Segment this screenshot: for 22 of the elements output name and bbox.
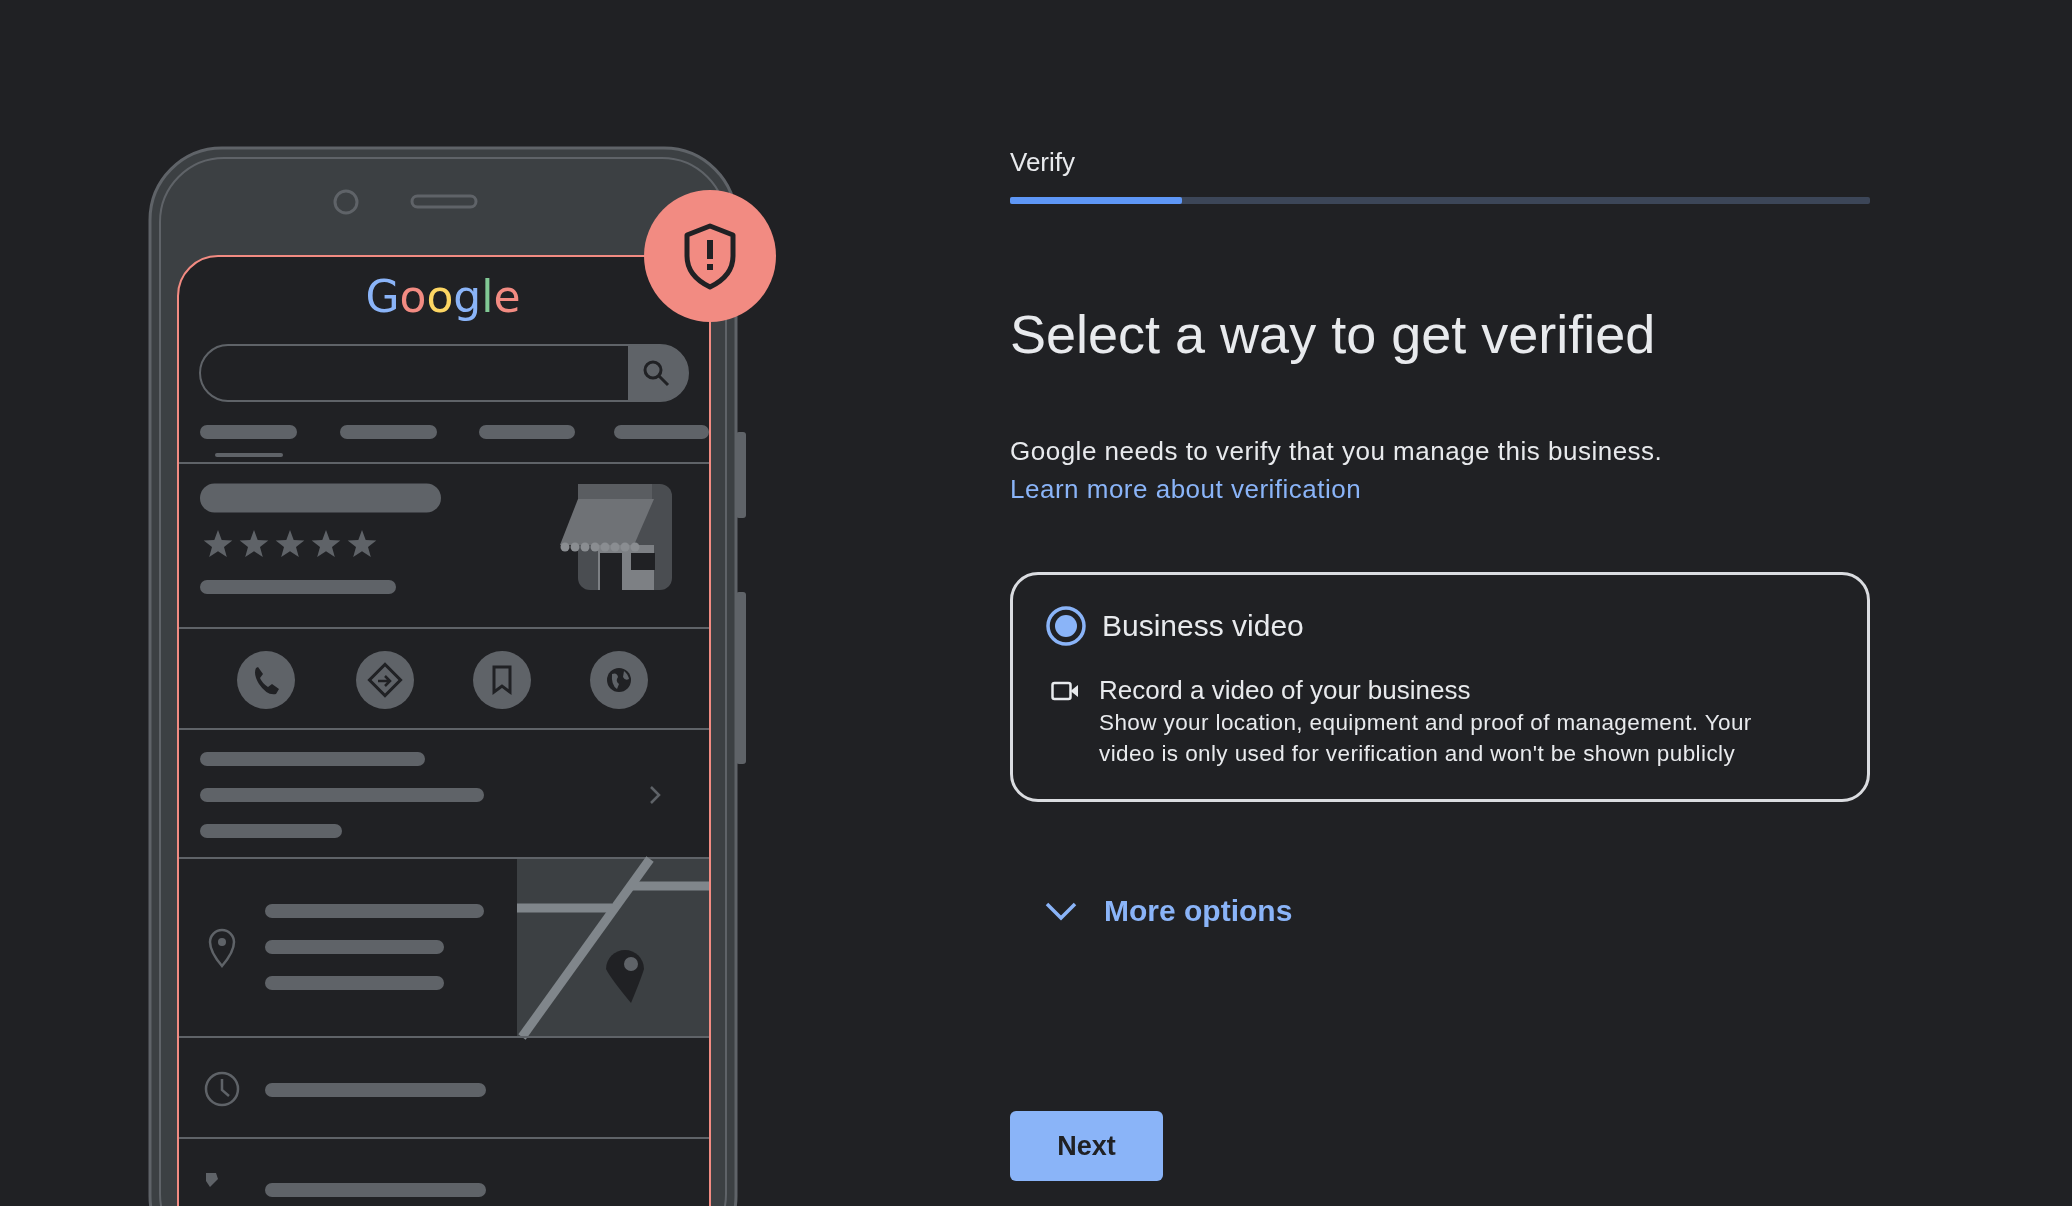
directions-icon [356,651,414,709]
step-label: Verify [1010,146,1076,178]
location-pin-icon [208,928,236,968]
shield-exclamation-icon [684,223,736,290]
radio-button[interactable] [1045,605,1087,647]
video-camera-icon [1051,681,1079,701]
next-button[interactable]: Next [1010,1111,1163,1181]
chevron-down-icon [1044,900,1078,921]
option-title: Business video [1102,608,1304,644]
option-description: Show your location, equipment and proof of management. Your video is only used for verification and won't be shown publicly [1099,709,1753,768]
more-options-button[interactable]: More options [1010,888,1293,933]
option-card[interactable]: Business video Record a video of your business Show your location, equipment and proof of management. Your video is only used for verification and won't be shown publicly [1010,572,1870,802]
intro-text: Google needs to verify that you manage this business. [1010,435,1663,468]
option-method: Record a video of your business [1099,674,1471,707]
clock-icon [204,1071,240,1107]
globe-icon [590,651,648,709]
phone-icon [237,651,295,709]
bookmark-icon [473,651,531,709]
learn-more-link[interactable]: Learn more about verification [1010,470,1362,508]
chevron-right-icon [650,786,661,804]
page-heading: Select a way to get verified [1010,304,1656,364]
search-logo: Google [365,271,521,322]
